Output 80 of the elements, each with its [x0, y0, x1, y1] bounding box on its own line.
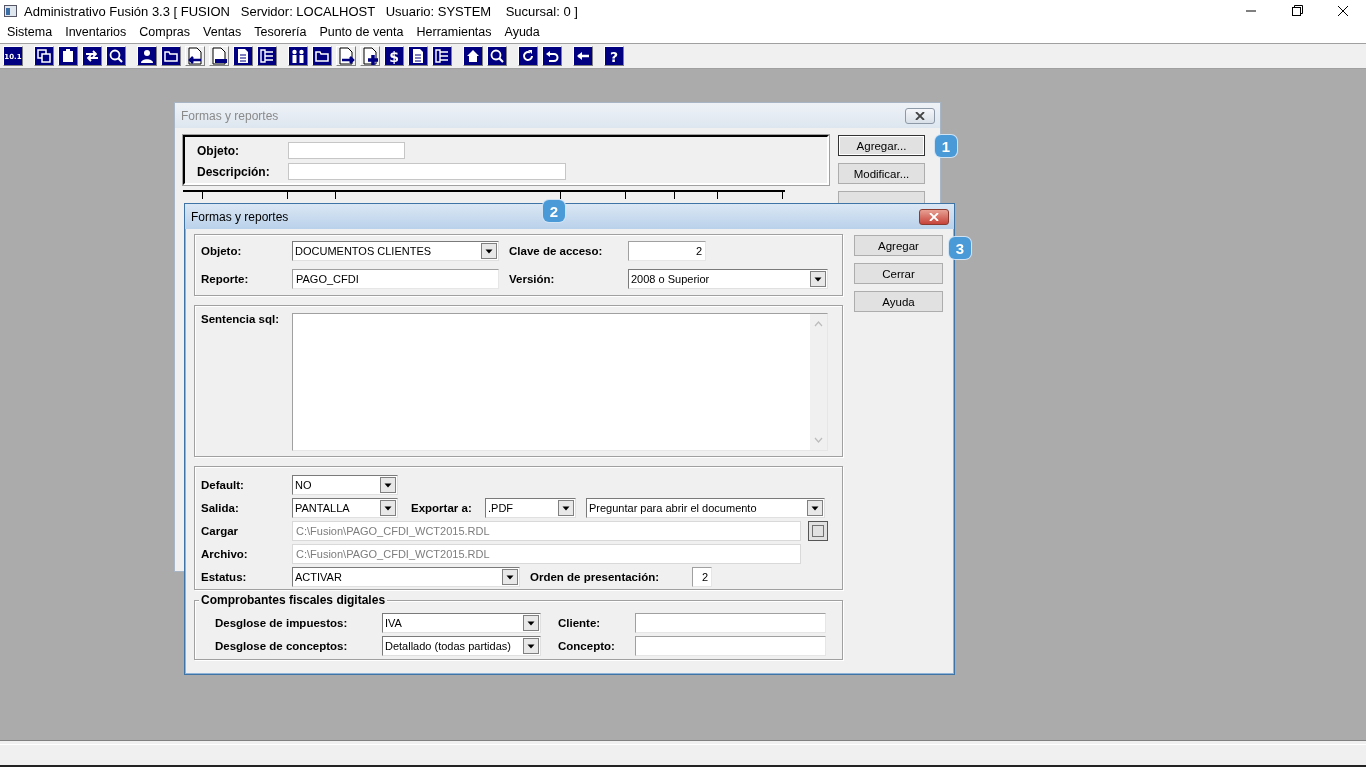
home-icon[interactable] — [463, 46, 483, 66]
field-label: Objeto: — [201, 245, 243, 258]
group-legend: Comprobantes fiscales digitales — [199, 593, 388, 607]
refresh-icon[interactable] — [518, 46, 538, 66]
browse-button[interactable] — [808, 521, 828, 541]
dropdown[interactable]: PANTALLA — [292, 498, 398, 518]
field-label: Reporte: — [201, 272, 250, 285]
field-label: Sentencia sql: — [201, 313, 280, 327]
dialog-button[interactable]: Cerrar — [854, 263, 943, 284]
menu-item[interactable]: Ventas — [203, 25, 242, 39]
dialog-title: Formas y reportes — [181, 108, 279, 123]
dialog-button[interactable]: Modificar... — [838, 163, 925, 184]
people-icon[interactable] — [288, 46, 308, 66]
list-icon[interactable] — [257, 46, 277, 66]
menu-item[interactable]: Ayuda — [504, 25, 540, 39]
field-label: Estatus: — [201, 571, 248, 583]
field-label: Default: — [201, 479, 245, 491]
step-badge: 1 — [935, 135, 957, 157]
folder-icon[interactable] — [312, 46, 332, 66]
dropdown[interactable]: NO — [292, 475, 398, 495]
dialog-button[interactable]: Agregar... — [838, 135, 925, 156]
field-label: Cliente: — [558, 617, 602, 629]
field-label: Archivo: — [201, 548, 249, 560]
document-arrow-icon[interactable] — [336, 46, 356, 66]
field-label: Desglose de conceptos: — [215, 640, 349, 652]
document-arrow-icon[interactable] — [185, 46, 205, 66]
dollar-icon[interactable]: $ — [384, 46, 404, 66]
field-label: Cargar — [201, 525, 240, 537]
dropdown[interactable]: .PDF — [485, 498, 576, 518]
dialog-button[interactable]: Agregar — [854, 235, 943, 256]
field-label: Orden de presentación: — [530, 571, 661, 583]
dropdown[interactable]: Detallado (todas partidas) — [382, 636, 541, 656]
window-title: Administrativo Fusión 3.3 [ FUSION Servidor: LOCALHOST Usuario: SYSTEM Sucursal: 0 ] — [24, 3, 579, 19]
text-field[interactable]: 2 — [692, 567, 712, 587]
text-field[interactable]: 2 — [628, 241, 706, 262]
menu-item[interactable]: Herramientas — [416, 25, 492, 39]
help-icon[interactable]: ? — [604, 46, 624, 66]
dropdown[interactable]: DOCUMENTOS CLIENTES — [292, 241, 499, 262]
copy-icon[interactable] — [34, 46, 54, 66]
text-field[interactable] — [635, 613, 826, 633]
dropdown[interactable]: IVA — [382, 613, 541, 633]
close-button[interactable] — [919, 208, 949, 225]
field-label: Desglose de impuestos: — [215, 617, 349, 629]
field-label: Salida: — [201, 502, 240, 514]
folder-icon[interactable] — [161, 46, 181, 66]
step-badge: 3 — [949, 237, 971, 259]
text-field[interactable] — [635, 636, 826, 656]
field-label: Descripción: — [197, 164, 271, 179]
dialog-button[interactable]: Ayuda — [854, 291, 943, 312]
left-arrow-icon[interactable] — [573, 46, 593, 66]
document-icon[interactable] — [233, 46, 253, 66]
menu-item[interactable]: Compras — [139, 25, 191, 39]
menu-item[interactable]: Punto de venta — [319, 25, 404, 39]
dropdown[interactable]: ACTIVAR — [292, 567, 520, 587]
document-plus-icon[interactable] — [360, 46, 380, 66]
dropdown[interactable]: Preguntar para abrir el documento — [586, 498, 825, 518]
clipboard-icon[interactable] — [58, 46, 78, 66]
undo-icon[interactable] — [542, 46, 562, 66]
field-label: Exportar a: — [411, 502, 473, 514]
field-label: Versión: — [509, 272, 556, 285]
dropdown[interactable]: 2008 o Superior — [628, 268, 828, 289]
menu-item[interactable]: Sistema — [7, 25, 53, 39]
menu-item[interactable]: Inventarios — [65, 25, 127, 39]
search-icon[interactable] — [487, 46, 507, 66]
person-icon[interactable] — [137, 46, 157, 66]
field-label: Clave de acceso: — [509, 245, 604, 258]
field-label: Concepto: — [558, 640, 616, 652]
app-icon — [4, 5, 17, 17]
dialog-title: Formas y reportes — [191, 209, 289, 224]
document-minus-icon[interactable] — [209, 46, 229, 66]
menu-item[interactable]: Tesorería — [254, 25, 307, 39]
swap-arrows-icon[interactable] — [82, 46, 102, 66]
field-label: Objeto: — [197, 143, 240, 158]
text-field[interactable] — [288, 163, 566, 180]
text-field[interactable] — [288, 142, 405, 159]
step-badge: 2 — [543, 200, 565, 222]
document-icon[interactable] — [408, 46, 428, 66]
list-icon[interactable] — [432, 46, 452, 66]
text-field[interactable]: PAGO_CFDI — [292, 268, 499, 289]
search-icon[interactable] — [106, 46, 126, 66]
